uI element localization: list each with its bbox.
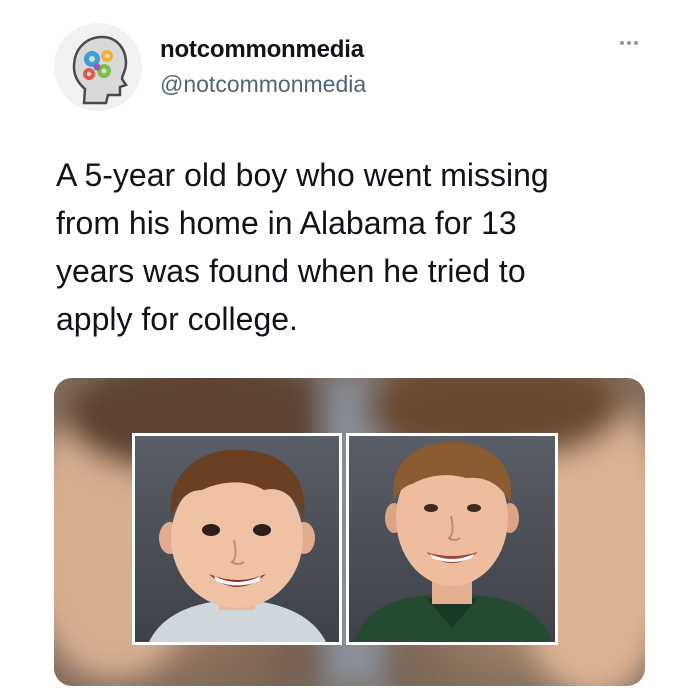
dot bbox=[620, 41, 624, 45]
brain-gears-logo-icon bbox=[54, 23, 142, 111]
author-display-name[interactable]: notcommonmedia bbox=[160, 36, 364, 64]
tweet-card: notcommonmedia @notcommonmedia A 5-year … bbox=[0, 0, 700, 700]
tweet-media-image[interactable] bbox=[54, 378, 645, 686]
avatar[interactable] bbox=[54, 23, 142, 111]
tweet-text-line: years was found when he tried to bbox=[56, 253, 526, 289]
tweet-text-line: from his home in Alabama for 13 bbox=[56, 205, 517, 241]
dot bbox=[627, 41, 631, 45]
tweet-text-line: A 5-year old boy who went missing bbox=[56, 157, 549, 193]
tweet-text-line: apply for college. bbox=[56, 301, 298, 337]
tweet-text: A 5-year old boy who went missing from h… bbox=[56, 151, 656, 343]
author-handle[interactable]: @notcommonmedia bbox=[160, 71, 366, 98]
dot bbox=[634, 41, 638, 45]
more-dots-icon[interactable] bbox=[615, 33, 643, 53]
photo-image bbox=[54, 378, 645, 686]
